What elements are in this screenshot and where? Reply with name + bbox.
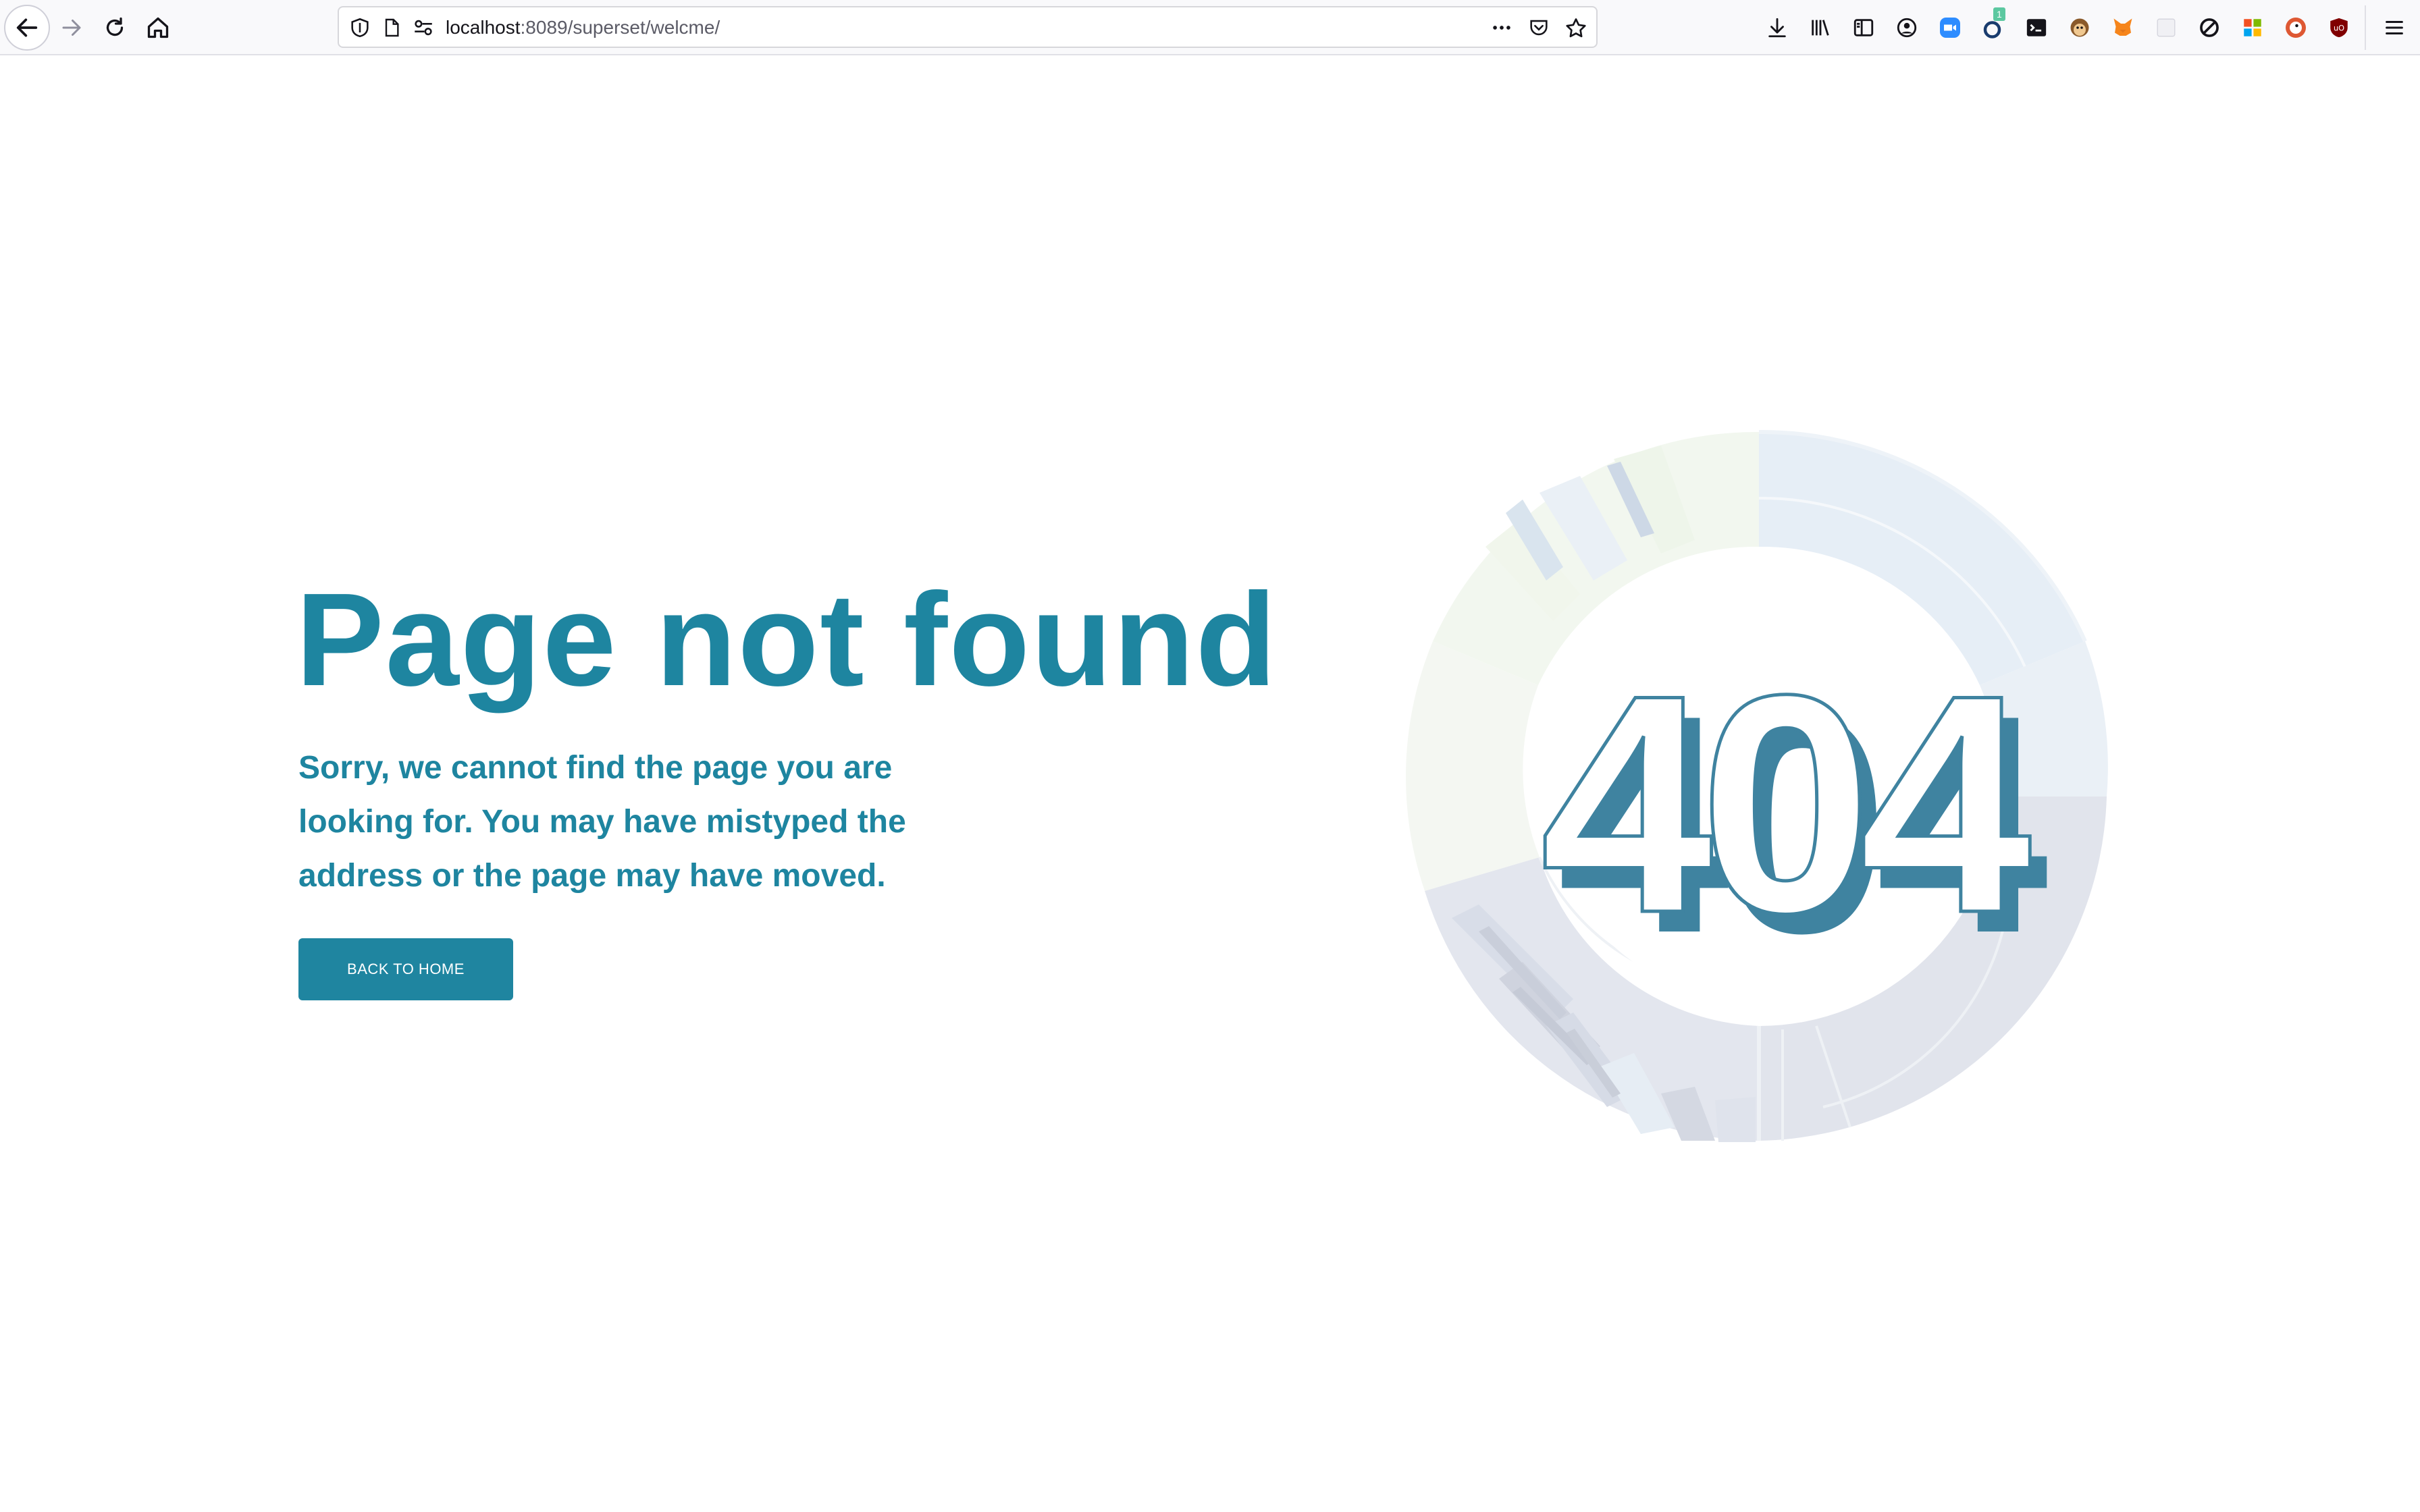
url-text[interactable]: localhost:8089/superset/welcme/: [446, 16, 720, 40]
library-icon: [1812, 20, 1829, 36]
404-illustration: 404 404: [1406, 429, 2108, 1142]
page-title: Page not found: [296, 566, 1278, 713]
monkey-icon: [2070, 18, 2089, 37]
address-bar[interactable]: localhost:8089/superset/welcme/: [338, 6, 1598, 48]
ublock-icon: uO: [2330, 18, 2348, 38]
browser-toolbar: localhost:8089/superset/welcme/ 1 uO: [0, 0, 2420, 55]
account-icon: [1897, 18, 1917, 38]
reload-button[interactable]: [92, 5, 138, 51]
download-button[interactable]: [1762, 13, 1792, 43]
home-icon: [147, 17, 169, 38]
duckduckgo-icon: [2286, 18, 2306, 38]
zoom-extension[interactable]: [1935, 13, 1965, 43]
grid-icon: [2244, 19, 2261, 36]
error-message-line: Sorry, we cannot find the page you are: [298, 750, 893, 786]
extension-badge: 1: [1993, 7, 2005, 21]
shield-icon[interactable]: [348, 16, 371, 39]
sidebar-icon: [1853, 19, 1874, 36]
metamask-extension[interactable]: [2108, 13, 2138, 43]
terminal-extension[interactable]: [2022, 13, 2051, 43]
permissions-icon[interactable]: [412, 16, 435, 39]
forward-button[interactable]: [49, 5, 95, 51]
bookmark-star-icon[interactable]: [1564, 16, 1588, 40]
duckduckgo-extension[interactable]: [2281, 13, 2311, 43]
grid-extension[interactable]: [2238, 13, 2267, 43]
more-icon[interactable]: [1490, 16, 1514, 39]
back-button[interactable]: [4, 5, 50, 51]
block-icon: [2200, 18, 2219, 37]
hamburger-menu-icon: [2386, 20, 2403, 35]
account-button[interactable]: [1892, 13, 1922, 43]
404-text: 404 404: [1539, 630, 2064, 998]
sidebar-button[interactable]: [1849, 13, 1878, 43]
404-text-face: 404: [1540, 631, 2033, 977]
toolbar-separator: [2365, 5, 2366, 50]
url-host: localhost: [446, 17, 521, 38]
terminal-icon: [2026, 19, 2047, 36]
menu-button[interactable]: [2379, 13, 2409, 43]
back-icon: [16, 18, 38, 37]
home-button[interactable]: [135, 5, 181, 51]
extension-with-badge[interactable]: 1: [1978, 7, 2008, 43]
back-to-home-button[interactable]: BACK TO HOME: [298, 938, 513, 1000]
page-icon[interactable]: [381, 16, 402, 39]
metamask-icon: [2113, 18, 2132, 36]
error-message-line: looking for. You may have mistyped the: [298, 804, 906, 840]
block-extension[interactable]: [2194, 13, 2224, 43]
zoom-icon: [1940, 18, 1960, 38]
blank-extension[interactable]: [2151, 13, 2181, 43]
svg-text:uO: uO: [2334, 23, 2344, 32]
reload-icon: [106, 17, 124, 36]
error-message-line: address or the page may have moved.: [298, 858, 886, 894]
blank-extension-icon: [2157, 18, 2176, 37]
download-icon: [1768, 18, 1786, 38]
error-message: Sorry, we cannot find the page you are l…: [298, 741, 974, 903]
forward-icon: [62, 20, 81, 36]
library-button[interactable]: [1806, 13, 1835, 43]
ublock-extension[interactable]: uO: [2324, 13, 2354, 43]
url-path: :8089/superset/welcme/: [520, 17, 720, 38]
pocket-icon[interactable]: [1527, 16, 1550, 39]
monkey-extension[interactable]: [2065, 13, 2095, 43]
